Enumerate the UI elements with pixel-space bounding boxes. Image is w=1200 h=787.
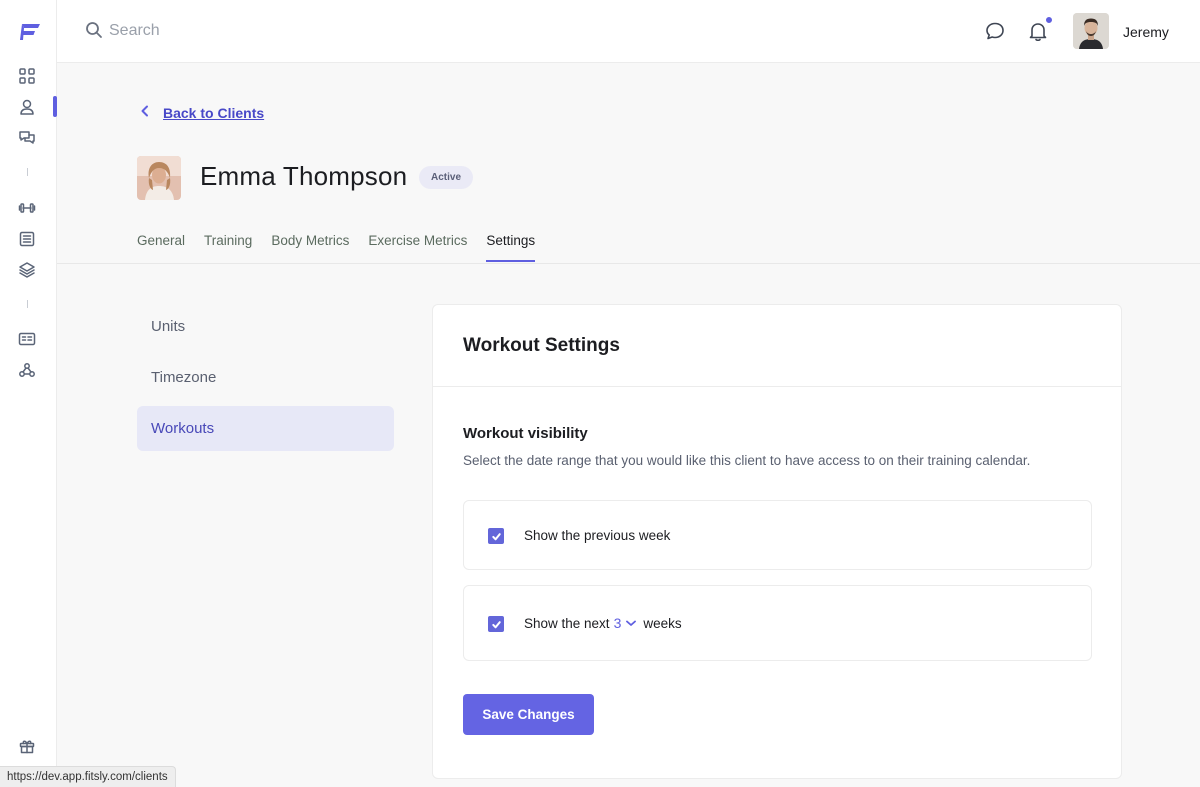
- bell-icon[interactable]: [1027, 20, 1049, 42]
- chat-icon[interactable]: [17, 128, 37, 148]
- status-bar-url: https://dev.app.fitsly.com/clients: [0, 766, 176, 787]
- search-icon: [85, 21, 103, 39]
- client-photo: [137, 156, 181, 200]
- sidebar: [0, 0, 57, 787]
- search-input[interactable]: [109, 18, 409, 44]
- panel-title: Workout Settings: [463, 334, 620, 356]
- id-card-icon[interactable]: [17, 329, 37, 349]
- next-weeks-prefix: Show the next: [524, 615, 610, 631]
- chevron-down-icon: [626, 620, 637, 626]
- dumbbell-icon[interactable]: [17, 198, 37, 218]
- workout-settings-panel: Workout Settings Workout visibility Sele…: [432, 304, 1122, 779]
- next-weeks-suffix: weeks: [643, 615, 682, 631]
- nav-divider: [27, 300, 28, 308]
- tab-settings[interactable]: Settings: [486, 233, 535, 262]
- previous-week-checkbox[interactable]: [488, 528, 504, 544]
- notification-dot: [1045, 16, 1053, 24]
- section-description: Select the date range that you would lik…: [463, 453, 1031, 468]
- weeks-count-value: 3: [613, 615, 622, 631]
- nav-divider: [27, 168, 28, 176]
- save-changes-button[interactable]: Save Changes: [463, 694, 594, 735]
- user-name[interactable]: Jeremy: [1123, 24, 1169, 40]
- next-weeks-checkbox[interactable]: [488, 616, 504, 632]
- settings-nav-workouts[interactable]: Workouts: [137, 406, 394, 451]
- option-previous-week: Show the previous week: [463, 500, 1092, 570]
- top-bar: Jeremy: [57, 0, 1200, 63]
- avatar[interactable]: [1073, 13, 1109, 49]
- check-icon: [491, 620, 501, 628]
- tab-exercise-metrics[interactable]: Exercise Metrics: [368, 233, 467, 262]
- tab-general[interactable]: General: [137, 233, 185, 262]
- settings-nav-timezone[interactable]: Timezone: [137, 355, 394, 400]
- settings-nav: Units Timezone Workouts: [137, 304, 394, 457]
- gift-icon[interactable]: [17, 736, 37, 756]
- back-link-label: Back to Clients: [163, 105, 265, 121]
- client-tabs: General Training Body Metrics Exercise M…: [137, 233, 535, 262]
- message-icon[interactable]: [984, 20, 1006, 42]
- layers-icon[interactable]: [17, 260, 37, 280]
- weeks-count-select[interactable]: 3: [614, 615, 638, 631]
- option-next-weeks: Show the next 3 weeks: [463, 585, 1092, 661]
- panel-header: Workout Settings: [433, 305, 1121, 387]
- dashboard-icon[interactable]: [17, 66, 37, 86]
- check-icon: [491, 532, 501, 540]
- status-badge: Active: [419, 166, 474, 189]
- settings-nav-units[interactable]: Units: [137, 304, 394, 349]
- section-title: Workout visibility: [463, 425, 588, 442]
- list-icon[interactable]: [17, 229, 37, 249]
- client-header: Back to Clients Emma Thompson Active Gen…: [57, 63, 1200, 264]
- webhook-icon[interactable]: [17, 360, 37, 380]
- back-to-clients-link[interactable]: Back to Clients: [139, 104, 264, 122]
- tab-body-metrics[interactable]: Body Metrics: [271, 233, 349, 262]
- client-name: Emma Thompson: [200, 161, 408, 191]
- tab-training[interactable]: Training: [204, 233, 252, 262]
- chevron-left-icon: [139, 104, 151, 122]
- logo-icon[interactable]: [18, 20, 42, 44]
- next-weeks-row: Show the next 3 weeks: [524, 615, 682, 631]
- user-icon[interactable]: [17, 97, 37, 117]
- previous-week-label: Show the previous week: [524, 528, 671, 543]
